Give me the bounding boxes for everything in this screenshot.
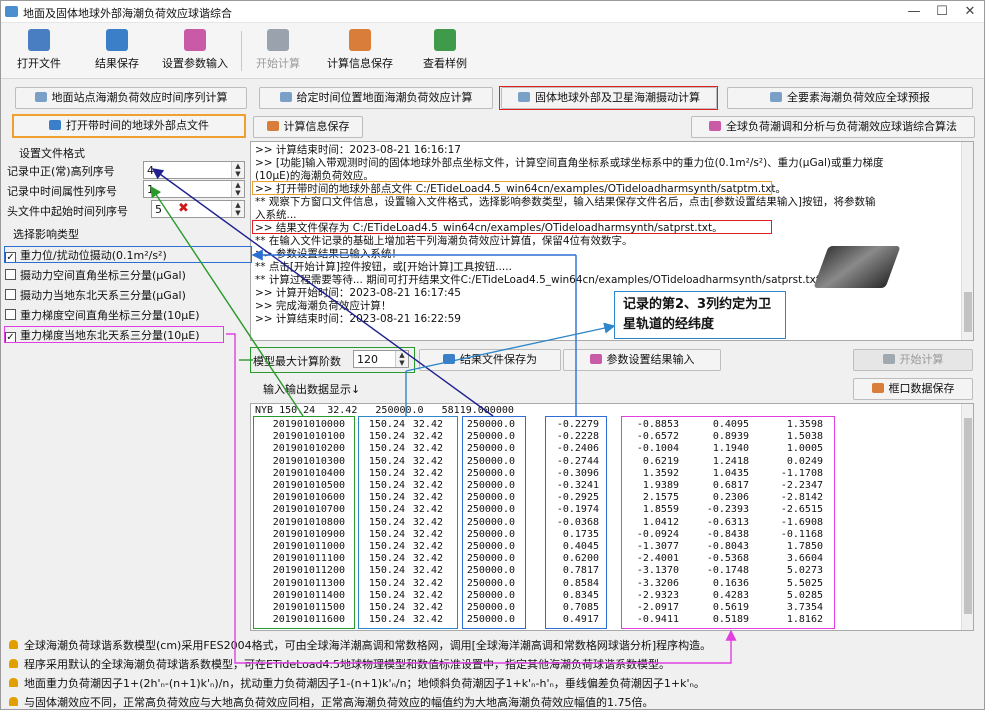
highlight-open-file bbox=[12, 114, 246, 138]
log-line: ** 观察下方窗口文件信息，设置输入文件格式，选择影响参数类型，输入结果保存文件… bbox=[255, 196, 876, 208]
start-compute-toolbar-button[interactable]: 开始计算 bbox=[248, 27, 308, 75]
highlight-potential-column bbox=[545, 416, 607, 629]
log-panel[interactable]: >> 计算结束时间：2023-08-21 16:16:17 >> [功能]输入带… bbox=[250, 141, 974, 341]
time-column-spinner[interactable]: 1 ▲ ▼ bbox=[143, 180, 245, 198]
close-button[interactable]: ✕ bbox=[955, 3, 985, 21]
warning-bell-icon bbox=[9, 678, 18, 687]
format-section-title: 设置文件格式 bbox=[19, 147, 85, 160]
highlight-potential-check bbox=[4, 246, 252, 263]
table-scrollbar[interactable] bbox=[961, 404, 973, 630]
invalid-cross-icon: ✖ bbox=[178, 201, 189, 216]
toolbar: 打开文件 结果保存 设置参数输入 开始计算 计算信息保存 查看样例 bbox=[1, 23, 984, 79]
log-line: >> 参数设置结果已输入系统！ bbox=[255, 248, 402, 260]
toolbar-divider bbox=[241, 31, 242, 71]
save-icon bbox=[443, 354, 455, 364]
info-save-toolbar-button[interactable]: 计算信息保存 bbox=[320, 27, 400, 75]
check-force-enu[interactable]: 摄动力当地东北天系三分量(μGal) bbox=[5, 287, 186, 303]
global-algorithm-button[interactable]: 全球负荷潮调和分析与负荷潮效应球谐综合算法 bbox=[691, 116, 975, 138]
annotation-callout: 记录的第2、3列约定为卫星轨道的经纬度 bbox=[614, 291, 786, 339]
start-compute-icon bbox=[267, 29, 289, 51]
checkbox-icon[interactable] bbox=[5, 289, 16, 300]
note-line: 与固体潮效应不同，正常高负荷效应与大地高负荷效应同相，正常高海潮负荷效应的幅值约… bbox=[9, 694, 654, 710]
log-line: >> 计算结束时间：2023-08-21 16:16:17 bbox=[255, 144, 461, 156]
save-result-button[interactable]: 结果保存 bbox=[87, 27, 147, 75]
minimize-button[interactable]: — bbox=[899, 3, 929, 21]
height-column-label: 记录中正(常)高列序号 bbox=[7, 165, 115, 178]
scrollbar-thumb[interactable] bbox=[964, 418, 972, 614]
spinner-arrows-icon[interactable]: ▲ ▼ bbox=[231, 181, 244, 197]
table-header-line: NYB 150.24 32.42 250000.0 58119.000000 bbox=[255, 405, 514, 416]
highlight-max-degree bbox=[250, 347, 415, 373]
highlight-save-log bbox=[252, 220, 772, 234]
note-line: 程序采用默认的全球海潮负荷球谐系数模型，可在ETideLoad4.5地球物理模型… bbox=[9, 656, 670, 672]
start-time-column-label: 头文件中起始时间列序号 bbox=[7, 205, 128, 218]
log-line: ** 在输入文件记录的基础上增加若干列海潮负荷效应计算值，保留4位有效数字。 bbox=[255, 235, 633, 247]
chart-icon bbox=[770, 92, 782, 102]
view-sample-icon bbox=[434, 29, 456, 51]
highlight-mode-button bbox=[499, 86, 718, 110]
check-gradient-cartesian[interactable]: 重力梯度空间直角坐标三分量(10μE) bbox=[5, 307, 200, 323]
settings-icon bbox=[709, 121, 721, 131]
start-compute-button[interactable]: 开始计算 bbox=[853, 349, 973, 371]
note-line: 全球海潮负荷球谐系数模型(cm)采用FES2004格式，可由全球海洋潮高调和常数… bbox=[9, 637, 711, 653]
title-bar: 地面及固体地球外部海潮负荷效应球谐综合 — ☐ ✕ bbox=[1, 1, 984, 23]
log-scrollbar[interactable] bbox=[961, 142, 973, 340]
warning-bell-icon bbox=[9, 659, 18, 668]
highlight-height-column bbox=[462, 416, 526, 629]
spinner-arrows-icon[interactable]: ▲ ▼ bbox=[231, 162, 244, 178]
start-compute-icon bbox=[882, 354, 895, 364]
save-icon bbox=[106, 29, 128, 51]
io-display-label: 输入输出数据显示↓ bbox=[263, 383, 361, 396]
open-file-button[interactable]: 打开文件 bbox=[9, 27, 69, 75]
settings-input-icon bbox=[184, 29, 206, 51]
log-line: >> 计算结束时间：2023-08-21 16:22:59 bbox=[255, 313, 461, 325]
app-window: 地面及固体地球外部海潮负荷效应球谐综合 — ☐ ✕ 打开文件 结果保存 设置参数… bbox=[0, 0, 985, 710]
result-save-as-button[interactable]: 结果文件保存为 bbox=[419, 349, 561, 371]
open-file-icon bbox=[28, 29, 50, 51]
maximize-button[interactable]: ☐ bbox=[927, 3, 957, 21]
spinner-arrows-icon[interactable]: ▲ ▼ bbox=[231, 201, 244, 217]
info-save-icon bbox=[349, 29, 371, 51]
param-input-button[interactable]: 参数设置结果输入 bbox=[563, 349, 721, 371]
highlight-gradient-check bbox=[4, 326, 224, 343]
highlight-open-log bbox=[252, 181, 772, 195]
log-line: >> [功能]输入带观测时间的固体地球外部点坐标文件，计算空间直角坐标系或球坐标… bbox=[255, 157, 884, 169]
log-line: >> 计算开始时间：2023-08-21 16:17:45 bbox=[255, 287, 461, 299]
warning-bell-icon bbox=[9, 640, 18, 649]
highlight-time-column bbox=[253, 416, 355, 629]
set-params-button[interactable]: 设置参数输入 bbox=[155, 27, 235, 75]
highlight-gradient-columns bbox=[621, 416, 835, 629]
settings-input-icon bbox=[589, 354, 602, 364]
log-line: ** 点击[开始计算]控件按钮，或[开始计算]工具按钮..... bbox=[255, 261, 512, 273]
warning-bell-icon bbox=[9, 697, 18, 706]
check-force-cartesian[interactable]: 摄动力空间直角坐标三分量(μGal) bbox=[5, 267, 186, 283]
app-icon bbox=[5, 6, 18, 17]
start-time-column-spinner[interactable]: 5 ✖ ▲ ▼ bbox=[151, 200, 245, 218]
time-column-label: 记录中时间属性列序号 bbox=[7, 185, 117, 198]
view-sample-button[interactable]: 查看样例 bbox=[415, 27, 475, 75]
log-line: ** 计算过程需要等待... 期间可打开结果文件C:/ETideLoad4.5_… bbox=[255, 274, 888, 286]
mode-global-forecast-button[interactable]: 全要素海潮负荷效应全球预报 bbox=[727, 87, 973, 109]
window-title: 地面及固体地球外部海潮负荷效应球谐综合 bbox=[23, 7, 232, 20]
highlight-latlon-columns bbox=[358, 416, 458, 629]
note-line: 地面重力负荷潮因子1+(2h'ₙ-(n+1)k'ₙ)/n，扰动重力负荷潮因子1-… bbox=[9, 675, 705, 691]
scrollbar-thumb[interactable] bbox=[964, 292, 972, 332]
info-save-icon bbox=[871, 383, 884, 393]
satellite-image bbox=[813, 246, 901, 288]
height-column-spinner[interactable]: 4 ▲ ▼ bbox=[143, 161, 245, 179]
chart-icon bbox=[34, 92, 47, 102]
mode-given-time-position-button[interactable]: 给定时间位置地面海潮负荷效应计算 bbox=[259, 87, 493, 109]
info-save-icon bbox=[266, 121, 279, 131]
checkbox-icon[interactable] bbox=[5, 269, 16, 280]
checkbox-icon[interactable] bbox=[5, 309, 16, 320]
log-line: >> 完成海潮负荷效应计算！ bbox=[255, 300, 392, 312]
mode-ground-timeseries-button[interactable]: 地面站点海潮负荷效应时间序列计算 bbox=[15, 87, 247, 109]
info-save-button[interactable]: 计算信息保存 bbox=[253, 116, 363, 138]
frame-data-save-button[interactable]: 框口数据保存 bbox=[853, 378, 973, 400]
chart-icon bbox=[279, 92, 292, 102]
type-section-title: 选择影响类型 bbox=[13, 228, 79, 241]
